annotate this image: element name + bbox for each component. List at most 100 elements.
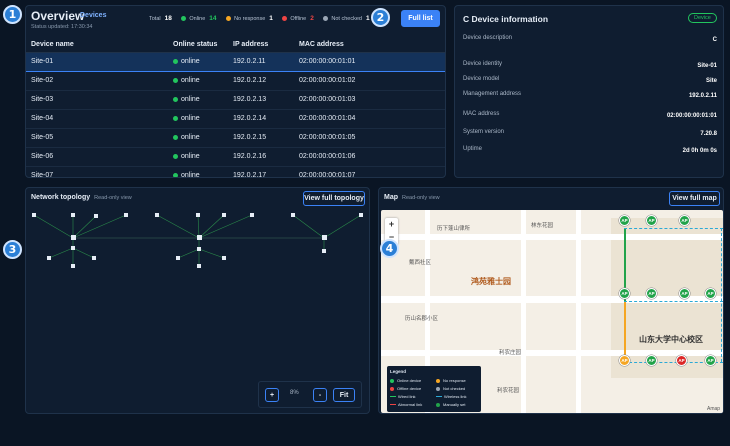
wireless-link-line bbox=[624, 301, 723, 302]
no-response-dot-icon bbox=[226, 16, 232, 22]
map-zoom-in-button[interactable]: + bbox=[385, 218, 398, 231]
table-row[interactable]: Site-01 online 192.0.2.11 02:00:00:00:01:01 bbox=[26, 51, 445, 72]
device-name-cell: Site-01 bbox=[26, 51, 168, 72]
map-title-text: Map bbox=[384, 194, 398, 201]
device-pin[interactable]: AP bbox=[646, 355, 657, 366]
full-list-button[interactable]: Full list bbox=[401, 10, 440, 27]
device-pin[interactable]: AP bbox=[705, 288, 716, 299]
count-no-response: 1 bbox=[269, 15, 273, 22]
device-pin[interactable]: AP bbox=[705, 355, 716, 366]
info-key: Uptime bbox=[463, 146, 483, 152]
cell-text: 02:00:00:00:01:05 bbox=[299, 134, 356, 141]
overview-subtitle: Devices bbox=[80, 12, 107, 19]
device-name-cell: Site-05 bbox=[26, 128, 168, 148]
topology-zoom-controls: + 8% - Fit bbox=[258, 381, 362, 408]
legend-item-no-response: No response bbox=[436, 378, 466, 383]
info-value: Site-01 bbox=[697, 63, 717, 69]
online-dot-icon bbox=[173, 77, 178, 83]
online-status-cell: online bbox=[168, 51, 228, 72]
cell-text: 02:00:00:00:01:03 bbox=[299, 96, 356, 103]
topology-zoom-in-button[interactable]: + bbox=[265, 388, 279, 402]
device-pin[interactable]: AP bbox=[646, 288, 657, 299]
online-dot-icon bbox=[173, 172, 178, 177]
device-pin[interactable]: AP bbox=[679, 288, 690, 299]
mac-address-cell: 02:00:00:00:01:03 bbox=[294, 90, 445, 110]
cell-text: 192.0.2.13 bbox=[233, 96, 267, 103]
table-row[interactable]: Site-02 online 192.0.2.12 02:00:00:00:01:02 bbox=[26, 71, 445, 91]
topology-fit-button[interactable]: Fit bbox=[333, 388, 355, 402]
device-pin[interactable]: AP bbox=[619, 355, 630, 366]
map-view[interactable]: 历下蓬山律所 林东花园 鸿苑雅士园 山东大学中心校区 戴西社区 历山名郡小区 利… bbox=[381, 210, 723, 413]
ip-address-cell: 192.0.2.16 bbox=[228, 147, 294, 167]
device-pin[interactable]: AP bbox=[646, 215, 657, 226]
table-row[interactable]: Site-03 online 192.0.2.13 02:00:00:00:01:03 bbox=[26, 90, 445, 110]
cell-text: Site-03 bbox=[31, 96, 54, 103]
marker-3: 3 bbox=[3, 240, 22, 259]
map-label: 林东花园 bbox=[531, 223, 554, 229]
device-pin[interactable]: AP bbox=[619, 215, 630, 226]
table-row[interactable]: Site-05 online 192.0.2.15 02:00:00:00:01:05 bbox=[26, 128, 445, 148]
device-pin[interactable]: AP bbox=[679, 215, 690, 226]
cell-text: online bbox=[181, 58, 200, 65]
legend-item-not-checked: Not checked bbox=[436, 386, 465, 391]
offline-dot-icon bbox=[282, 16, 288, 22]
table-row[interactable]: Site-07 online 192.0.2.17 02:00:00:00:01:07 bbox=[26, 166, 445, 178]
table-row[interactable]: Site-04 online 192.0.2.14 02:00:00:00:01:04 bbox=[26, 109, 445, 129]
column-ip-address[interactable]: IP address bbox=[228, 37, 294, 53]
view-full-topology-button[interactable]: View full topology bbox=[303, 191, 365, 206]
info-key: Device model bbox=[463, 76, 500, 82]
marker-1: 1 bbox=[3, 5, 22, 24]
device-name-cell: Site-03 bbox=[26, 90, 168, 110]
device-name-cell: Site-07 bbox=[26, 166, 168, 178]
cell-text: online bbox=[181, 115, 200, 122]
status-updated: Status updated: 17:30:34 bbox=[31, 24, 93, 30]
view-full-map-button[interactable]: View full map bbox=[669, 191, 720, 206]
cell-text: 02:00:00:00:01:02 bbox=[299, 77, 356, 84]
map-road bbox=[521, 210, 526, 413]
count-total-label: Total bbox=[149, 16, 161, 22]
mac-address-cell: 02:00:00:00:01:06 bbox=[294, 147, 445, 167]
column-mac-address[interactable]: MAC address bbox=[294, 37, 445, 53]
cell-text: Site-07 bbox=[31, 172, 54, 178]
info-key: System version bbox=[463, 129, 505, 135]
cell-text: 02:00:00:00:01:01 bbox=[299, 58, 356, 65]
info-value: 2d 0h 0m 0s bbox=[682, 148, 717, 154]
wireless-link-line bbox=[624, 228, 723, 229]
mac-address-cell: 02:00:00:00:01:01 bbox=[294, 51, 445, 72]
cell-text: 192.0.2.12 bbox=[233, 77, 267, 84]
column-online-status[interactable]: Online status bbox=[168, 37, 228, 53]
table-row[interactable]: Site-06 online 192.0.2.16 02:00:00:00:01:06 bbox=[26, 147, 445, 167]
device-pin[interactable]: AP bbox=[619, 288, 630, 299]
cell-text: 192.0.2.17 bbox=[233, 172, 267, 178]
mac-address-cell: 02:00:00:00:01:05 bbox=[294, 128, 445, 148]
info-key: Device description bbox=[463, 35, 513, 41]
device-info-panel: C Device information Device Device descr… bbox=[454, 5, 724, 178]
column-device-name[interactable]: Device name bbox=[26, 37, 168, 53]
topology-readonly: Read-only view bbox=[94, 195, 132, 201]
topology-nodes bbox=[32, 213, 363, 268]
cell-text: 192.0.2.14 bbox=[233, 115, 267, 122]
online-dot-icon bbox=[173, 134, 178, 140]
topology-zoom-out-button[interactable]: - bbox=[313, 388, 327, 402]
topology-graph[interactable] bbox=[26, 206, 371, 286]
map-label: 戴西社区 bbox=[409, 260, 432, 266]
topology-panel: Network topology Read-only view View full… bbox=[25, 187, 370, 414]
legend-item-wired: Wired link bbox=[390, 394, 416, 399]
count-online-label: Online bbox=[189, 16, 206, 22]
info-value: 192.0.2.11 bbox=[688, 93, 717, 99]
map-road bbox=[381, 350, 723, 356]
topology-zoom-level: 8% bbox=[290, 390, 299, 396]
online-status-cell: online bbox=[168, 128, 228, 148]
ip-address-cell: 192.0.2.14 bbox=[228, 109, 294, 129]
cell-text: online bbox=[181, 134, 200, 141]
count-total: 18 bbox=[164, 15, 172, 22]
mac-address-cell: 02:00:00:00:01:02 bbox=[294, 71, 445, 91]
mac-address-cell: 02:00:00:00:01:07 bbox=[294, 166, 445, 177]
map-label: 利农花园 bbox=[497, 388, 520, 394]
map-title: Map Read-only view bbox=[384, 194, 440, 201]
cell-text: Site-04 bbox=[31, 115, 54, 122]
map-road bbox=[381, 234, 723, 240]
info-key: MAC address bbox=[463, 111, 500, 117]
table-header-row: Device name Online status IP address MAC… bbox=[26, 37, 445, 53]
device-pin[interactable]: AP bbox=[676, 355, 687, 366]
